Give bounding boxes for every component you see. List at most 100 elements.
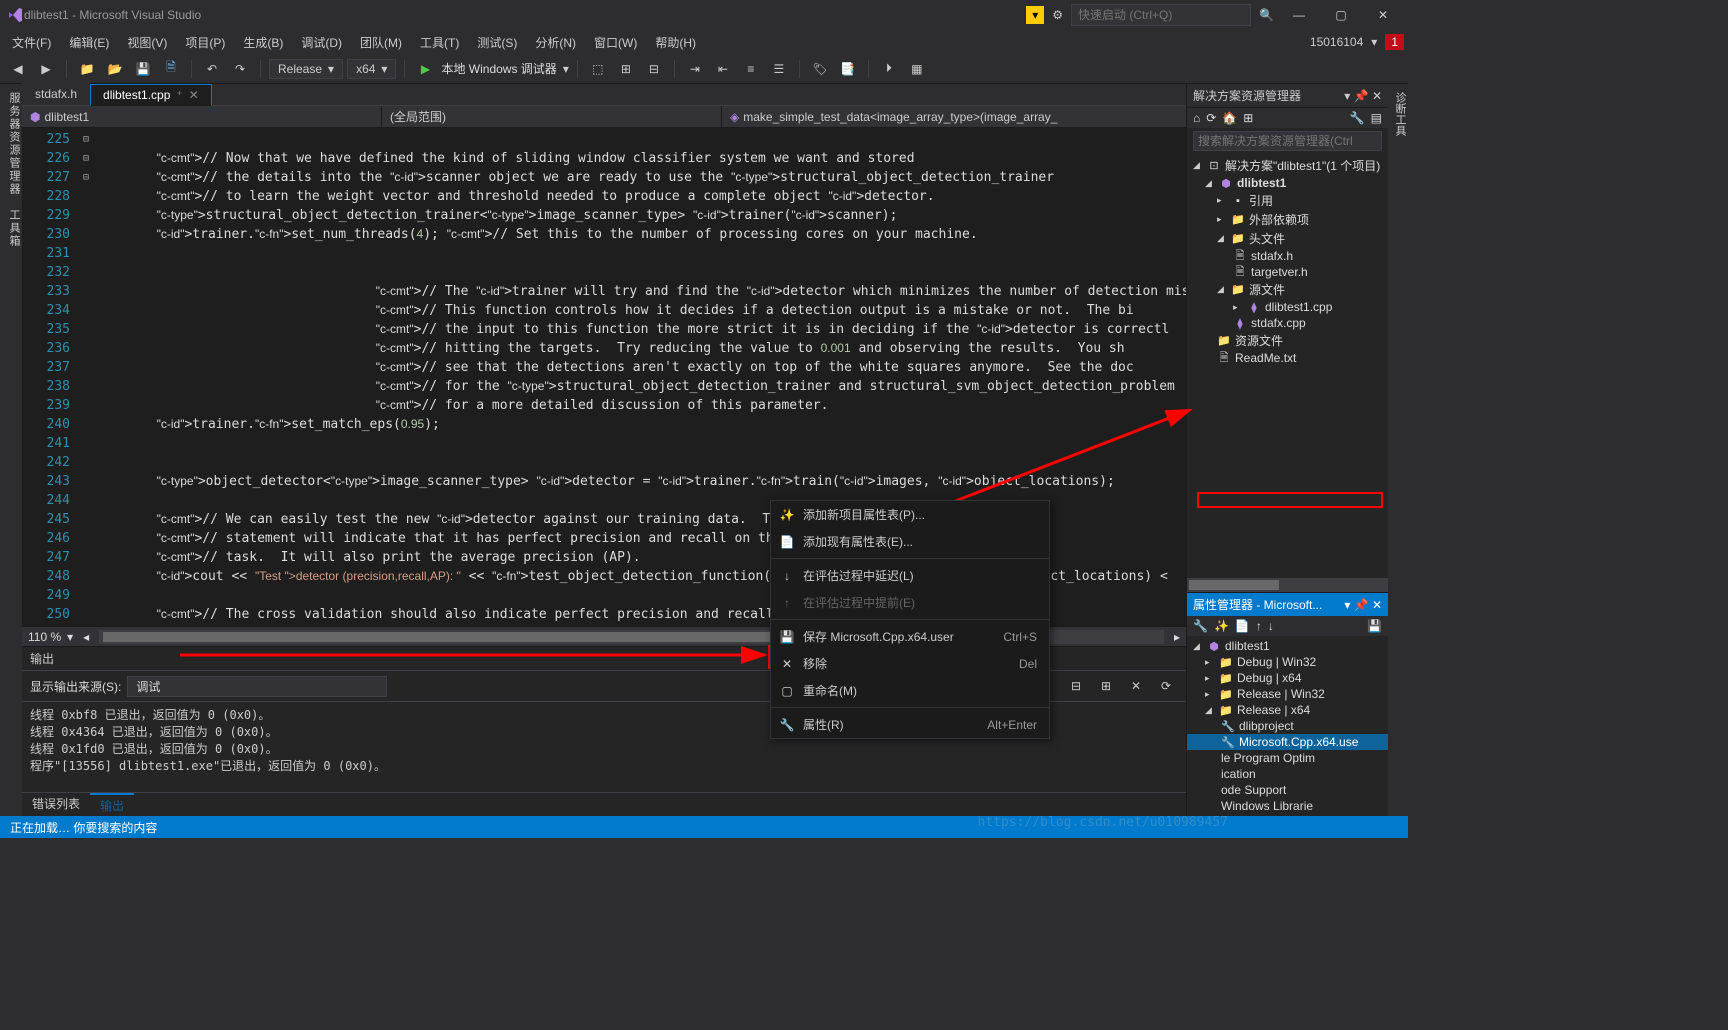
tb-icon-4[interactable]: ⇥	[683, 57, 707, 81]
config-combo[interactable]: Release ▾	[269, 59, 343, 79]
menu-test[interactable]: 测试(S)	[469, 32, 525, 53]
ctx-remove[interactable]: ✕移除Del	[771, 650, 1049, 677]
tab-stdafx[interactable]: stdafx.h	[22, 83, 90, 105]
panel-close-icon[interactable]: ✕	[1372, 89, 1382, 103]
menu-team[interactable]: 团队(M)	[352, 32, 410, 53]
nav-scope[interactable]: (全局范围)	[382, 106, 722, 127]
tb-icon-5[interactable]: ⇤	[711, 57, 735, 81]
menu-view[interactable]: 视图(V)	[119, 32, 175, 53]
tb-icon-2[interactable]: ⊞	[614, 57, 638, 81]
tb-icon-3[interactable]: ⊟	[642, 57, 666, 81]
node-stdafx-cpp: ⧫stdafx.cpp	[1187, 315, 1388, 331]
zoom-level[interactable]: 110 %	[28, 630, 61, 644]
prop-extra-1: le Program Optim	[1187, 750, 1388, 766]
platform-combo[interactable]: x64 ▾	[347, 59, 396, 79]
start-debug-button[interactable]: ▶	[413, 57, 437, 81]
menu-debug[interactable]: 调试(D)	[293, 32, 350, 53]
nav-function[interactable]: ◈make_simple_test_data<image_array_type>…	[722, 106, 1186, 127]
se-refresh-icon[interactable]: ⟳	[1206, 111, 1216, 125]
tb-icon-10[interactable]: ⏵	[877, 57, 901, 81]
notification-flag-icon[interactable]: ▾	[1026, 6, 1044, 24]
quick-launch-input[interactable]	[1071, 4, 1251, 26]
property-tree[interactable]: ◢⬢dlibtest1 ▸📁Debug | Win32 ▸📁Debug | x6…	[1187, 636, 1388, 816]
tab-close-icon[interactable]: ✕	[189, 88, 199, 102]
tb-icon-6[interactable]: ≡	[739, 57, 763, 81]
tab-errorlist[interactable]: 错误列表	[22, 793, 90, 816]
output-tb-4[interactable]: ✕	[1124, 674, 1148, 698]
ctx-properties[interactable]: 🔧属性(R)Alt+Enter	[771, 711, 1049, 738]
output-tb-3[interactable]: ⊞	[1094, 674, 1118, 698]
open-file-button[interactable]: 📂	[103, 57, 127, 81]
ctx-add-new-sheet[interactable]: ✨添加新项目属性表(P)...	[771, 501, 1049, 528]
ctx-rename[interactable]: ▢重命名(M)	[771, 677, 1049, 704]
menubar: 文件(F) 编辑(E) 视图(V) 项目(P) 生成(B) 调试(D) 团队(M…	[0, 30, 1408, 54]
node-stdafx-h: 🗎stdafx.h	[1187, 248, 1388, 264]
search-icon[interactable]: 🔍	[1259, 8, 1274, 22]
tb-icon-7[interactable]: ☰	[767, 57, 791, 81]
down-icon[interactable]: ↓	[1268, 619, 1274, 633]
prop-dlibproject: 🔧dlibproject	[1187, 718, 1388, 734]
left-tool-rail[interactable]: 服务器资源管理器 工具箱	[0, 84, 22, 816]
ctx-save[interactable]: 💾保存 Microsoft.Cpp.x64.userCtrl+S	[771, 623, 1049, 650]
feedback-icon[interactable]: ⚙	[1052, 8, 1063, 22]
menu-analyze[interactable]: 分析(N)	[527, 32, 584, 53]
menu-help[interactable]: 帮助(H)	[647, 32, 704, 53]
nav-project[interactable]: ⬢dlibtest1	[22, 106, 382, 127]
save-button[interactable]: 💾	[131, 57, 155, 81]
menu-project[interactable]: 项目(P)	[177, 32, 233, 53]
new-project-button[interactable]: 📁	[75, 57, 99, 81]
nav-fwd-button[interactable]: ▶	[34, 57, 58, 81]
node-headers: ◢📁头文件	[1187, 229, 1388, 248]
pin-icon[interactable]: 📌	[1354, 89, 1369, 103]
nav-back-button[interactable]: ◀	[6, 57, 30, 81]
up-icon[interactable]: ↑	[1256, 619, 1262, 633]
node-sources: ◢📁源文件	[1187, 280, 1388, 299]
menu-build[interactable]: 生成(B)	[235, 32, 291, 53]
menu-edit[interactable]: 编辑(E)	[61, 32, 117, 53]
se-scrollbar[interactable]	[1187, 578, 1388, 592]
add-existing-icon[interactable]: 📄	[1235, 619, 1250, 633]
prop-extra-2: ication	[1187, 766, 1388, 782]
tb-icon-11[interactable]: ▦	[905, 57, 929, 81]
tab-output[interactable]: 输出	[90, 793, 134, 816]
menu-tools[interactable]: 工具(T)	[412, 32, 467, 53]
tb-icon-1[interactable]: ⬚	[586, 57, 610, 81]
solution-explorer-title: 解决方案资源管理器 ▾ 📌 ✕	[1187, 84, 1388, 108]
output-tb-2[interactable]: ⊟	[1064, 674, 1088, 698]
notification-count[interactable]: 1	[1385, 34, 1404, 50]
se-preview-icon[interactable]: ▤	[1371, 111, 1382, 125]
undo-button[interactable]: ↶	[200, 57, 224, 81]
save-all-button[interactable]: 🗎	[159, 57, 183, 81]
tab-pin-icon[interactable]: ⁺	[176, 88, 182, 102]
panel-dropdown-icon[interactable]: ▾	[1344, 89, 1350, 103]
save-prop-icon[interactable]: 💾	[1367, 619, 1382, 633]
add-sheet-icon[interactable]: ✨	[1214, 619, 1229, 633]
output-tb-5[interactable]: ⟳	[1154, 674, 1178, 698]
se-showall-icon[interactable]: ⊞	[1243, 111, 1253, 125]
ctx-delay-eval[interactable]: ↓在评估过程中延迟(L)	[771, 562, 1049, 589]
node-refs: ▸▪引用	[1187, 191, 1388, 210]
solution-tree[interactable]: ◢⊡解决方案"dlibtest1"(1 个项目) ◢⬢dlibtest1 ▸▪引…	[1187, 154, 1388, 578]
user-id[interactable]: 15016104	[1310, 35, 1363, 49]
menu-file[interactable]: 文件(F)	[4, 32, 59, 53]
debugger-label[interactable]: 本地 Windows 调试器	[441, 60, 556, 77]
solution-search-input[interactable]	[1193, 131, 1382, 151]
se-home-icon[interactable]: ⌂	[1193, 111, 1200, 125]
minimize-button[interactable]: —	[1282, 2, 1316, 28]
right-tool-rail[interactable]: 诊断工具	[1388, 84, 1408, 816]
wrench-icon[interactable]: 🔧	[1193, 619, 1208, 633]
maximize-button[interactable]: ▢	[1324, 2, 1358, 28]
close-button[interactable]: ✕	[1366, 2, 1400, 28]
tb-icon-9[interactable]: 📑	[836, 57, 860, 81]
se-prop-icon[interactable]: 🔧	[1350, 111, 1365, 125]
redo-button[interactable]: ↷	[228, 57, 252, 81]
prop-release-x64: ◢📁Release | x64	[1187, 702, 1388, 718]
se-sync-icon[interactable]: 🏠	[1222, 111, 1237, 125]
fold-gutter[interactable]: ⊟ ⊟ ⊟	[78, 128, 94, 626]
tb-icon-8[interactable]: 🏷	[808, 57, 832, 81]
tab-dlibtest1[interactable]: dlibtest1.cpp⁺✕	[90, 84, 212, 106]
menu-window[interactable]: 窗口(W)	[586, 32, 645, 53]
ctx-add-existing-sheet[interactable]: 📄添加现有属性表(E)...	[771, 528, 1049, 555]
code-navbar: ⬢dlibtest1 (全局范围) ◈make_simple_test_data…	[22, 106, 1186, 128]
output-source-combo[interactable]: 调试	[127, 676, 387, 697]
